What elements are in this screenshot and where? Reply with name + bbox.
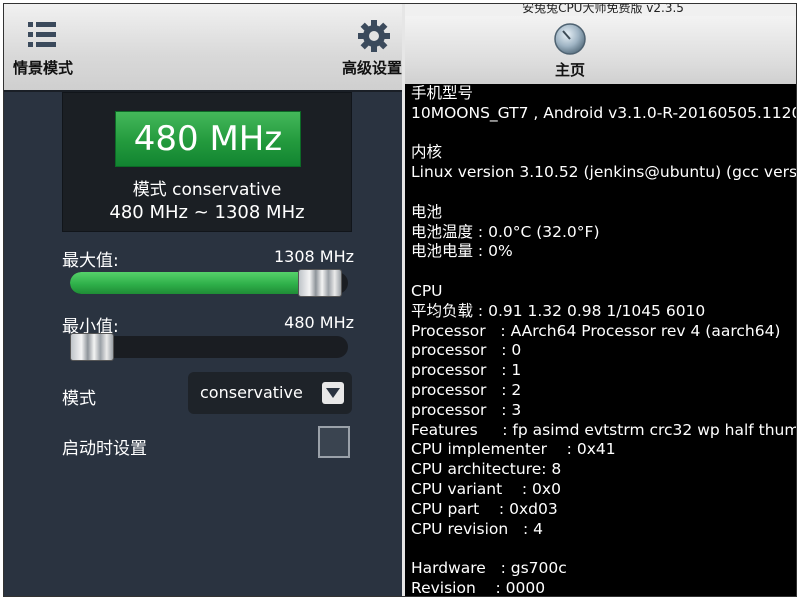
info-line [411,183,796,203]
info-line: processor : 3 [411,400,522,419]
governor-mode-label: 模式 [62,389,96,409]
info-line: CPU [411,281,443,300]
info-line: Revision : 0000 [411,578,546,597]
info-line: 手机型号 [411,84,474,102]
min-frequency-value: 480 MHz [284,313,354,332]
info-line [411,124,796,144]
home-label: 主页 [554,61,585,79]
info-line [411,539,796,559]
info-line: CPU variant : 0x0 [411,479,561,498]
list-icon [28,22,56,47]
max-slider-fill [70,272,321,294]
system-info-panel: 安兔兔CPU大师免费版 v2.3.5 主页 手机型号 10MOONS_GT7 ,… [402,4,797,597]
info-line: 内核 [411,143,443,162]
info-line: Hardware : gs700c [411,559,567,578]
scene-mode-button[interactable]: 情景模式 [8,4,78,84]
left-toolbar: 情景模式 高级设置 [4,4,404,92]
info-line: processor : 1 [411,361,522,380]
set-on-boot-label: 启动时设置 [62,439,147,459]
info-line: CPU part : 0xd03 [411,499,558,518]
info-line: CPU architecture: 8 [411,460,562,479]
max-frequency-value: 1308 MHz [273,247,354,266]
frequency-range-text: 480 MHz ~ 1308 MHz [109,202,305,223]
info-line: processor : 2 [411,380,522,399]
max-slider-thumb[interactable] [298,269,343,297]
info-line: 平均负载 : 0.91 1.32 0.98 1/1045 6010 [411,301,706,320]
info-line: CPU implementer : 0x41 [411,440,616,459]
governor-mode-selected: conservative [200,383,303,402]
info-line: processor : 0 [411,341,522,360]
home-icon [554,23,586,55]
info-line: CPU revision : 4 [411,519,543,538]
window-frame: 情景模式 高级设置 480 MHz 模式 conservative 480 MH… [3,3,797,597]
governor-mode-text: 模式 conservative [132,180,282,200]
info-line: 电池 [411,202,443,221]
app-title: 安兔兔CPU大师免费版 v2.3.5 [405,4,796,16]
info-line: 10MOONS_GT7 , Android v3.1.0-R-20160505.… [411,103,797,122]
min-slider-thumb[interactable] [70,333,115,361]
home-button[interactable]: 主页 [545,22,595,82]
info-line [411,262,796,282]
set-on-boot-checkbox[interactable] [318,426,350,458]
advanced-settings-label: 高级设置 [341,59,402,77]
governor-mode-select[interactable]: conservative [188,372,352,414]
info-line: Features : fp asimd evtstrm crc32 wp hal… [411,420,797,439]
info-line: 电池温度 : 0.0°C (32.0°F) [411,222,600,241]
info-line: Processor : AArch64 Processor rev 4 (aar… [411,321,781,340]
right-toolbar: 主页 [405,16,796,84]
frequency-display-panel: 480 MHz 模式 conservative 480 MHz ~ 1308 M… [62,92,352,232]
scene-mode-label: 情景模式 [12,59,73,77]
advanced-settings-button[interactable]: 高级设置 [340,4,404,84]
info-line: 电池电量 : 0% [411,242,513,261]
max-frequency-label: 最大值: [62,251,119,271]
current-frequency: 480 MHz [115,111,301,167]
gear-icon [358,20,390,52]
cpu-control-panel: 情景模式 高级设置 480 MHz 模式 conservative 480 MH… [4,4,404,596]
device-info-text: 手机型号 10MOONS_GT7 , Android v3.1.0-R-20160… [411,84,797,597]
info-line: Linux version 3.10.52 (jenkins@ubuntu) (… [411,163,797,182]
chevron-down-icon [322,382,344,404]
